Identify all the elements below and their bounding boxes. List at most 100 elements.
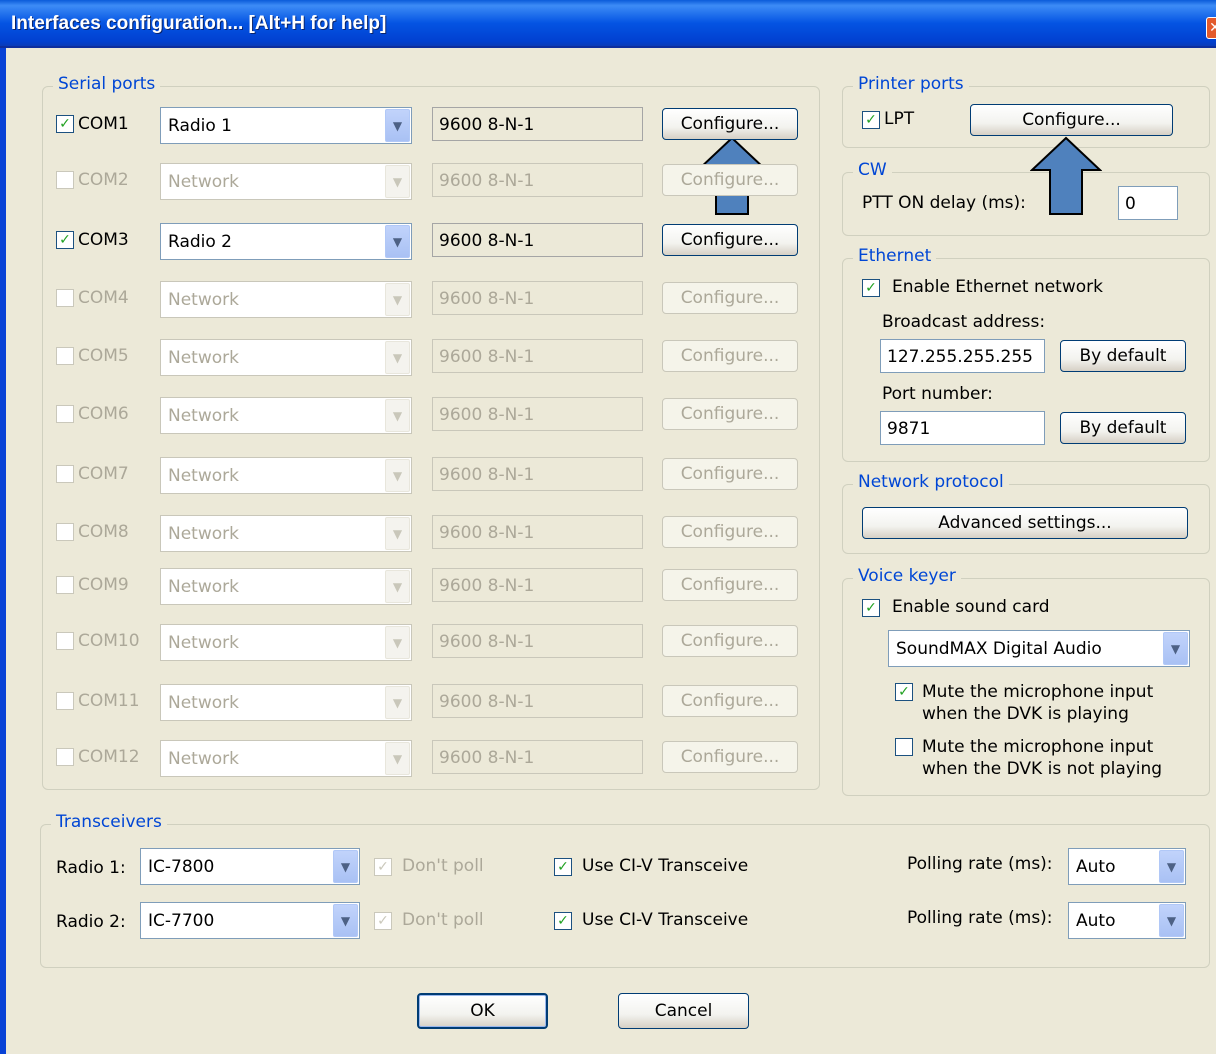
com-checkbox[interactable]: ✓ [56, 576, 74, 594]
com-checkbox[interactable]: ✓ [56, 405, 74, 423]
com-checkbox[interactable]: ✓ [56, 465, 74, 483]
com-configure-button[interactable]: Configure... [662, 458, 798, 490]
com-device-select[interactable]: Network ▼ [160, 457, 412, 494]
chevron-down-icon[interactable]: ▼ [385, 570, 410, 603]
com-checkbox[interactable]: ✓ [56, 692, 74, 710]
com-device-select[interactable]: Network ▼ [160, 740, 412, 777]
com-configure-button[interactable]: Configure... [662, 685, 798, 717]
com-configure-button[interactable]: Configure... [662, 224, 798, 256]
enable-ethernet-checkbox[interactable]: ✓ [862, 279, 880, 297]
chevron-down-icon[interactable]: ▼ [385, 399, 410, 432]
com-checkbox[interactable]: ✓ [56, 171, 74, 189]
com-device-select[interactable]: Network ▼ [160, 163, 412, 200]
chevron-down-icon[interactable]: ▼ [385, 109, 410, 142]
com-device-select[interactable]: Network ▼ [160, 339, 412, 376]
com-device-select[interactable]: Network ▼ [160, 684, 412, 721]
com-port-label: COM2 [78, 170, 129, 190]
chevron-down-icon[interactable]: ▼ [385, 626, 410, 659]
window-frame [0, 48, 6, 1054]
radio-model-select[interactable]: IC-7700 ▼ [140, 902, 360, 939]
close-icon[interactable]: ✕ [1206, 17, 1216, 39]
chevron-down-icon[interactable]: ▼ [385, 686, 410, 719]
broadcast-address-input[interactable]: 127.255.255.255 [880, 339, 1045, 373]
enable-ethernet-label: Enable Ethernet network [892, 277, 1103, 297]
com-device-select[interactable]: Network ▼ [160, 281, 412, 318]
chevron-down-icon[interactable]: ▼ [385, 517, 410, 550]
com-settings-field: 9600 8-N-1 [432, 397, 643, 431]
com-device-select[interactable]: Network ▼ [160, 568, 412, 605]
com-checkbox[interactable]: ✓ [56, 289, 74, 307]
ptt-delay-label: PTT ON delay (ms): [862, 193, 1026, 213]
com-checkbox[interactable]: ✓ [56, 523, 74, 541]
com-checkbox[interactable]: ✓ [56, 231, 74, 249]
com-device-select[interactable]: Network ▼ [160, 397, 412, 434]
chevron-down-icon[interactable]: ▼ [1159, 904, 1184, 937]
port-by-default-button[interactable]: By default [1060, 412, 1186, 444]
com-device-select[interactable]: Network ▼ [160, 624, 412, 661]
dont-poll-label: Don't poll [402, 856, 484, 876]
dont-poll-checkbox[interactable]: ✓ [374, 912, 392, 930]
civ-transceive-checkbox[interactable]: ✓ [554, 912, 572, 930]
com-configure-button[interactable]: Configure... [662, 164, 798, 196]
advanced-settings-button[interactable]: Advanced settings... [862, 507, 1188, 539]
chevron-down-icon[interactable]: ▼ [385, 225, 410, 258]
broadcast-by-default-button[interactable]: By default [1060, 340, 1186, 372]
enable-sound-card-checkbox[interactable]: ✓ [862, 599, 880, 617]
civ-transceive-checkbox[interactable]: ✓ [554, 858, 572, 876]
polling-rate-select[interactable]: Auto ▼ [1068, 902, 1186, 939]
polling-rate-select[interactable]: Auto ▼ [1068, 848, 1186, 885]
chevron-down-icon[interactable]: ▼ [1163, 632, 1188, 665]
enable-sound-card-label: Enable sound card [892, 597, 1050, 617]
broadcast-address-label: Broadcast address: [882, 312, 1046, 332]
radio-label: Radio 1: [56, 858, 126, 878]
chevron-down-icon[interactable]: ▼ [1159, 850, 1184, 883]
network-protocol-label: Network protocol [853, 472, 1009, 492]
port-number-label: Port number: [882, 384, 993, 404]
com-checkbox[interactable]: ✓ [56, 632, 74, 650]
radio-label: Radio 2: [56, 912, 126, 932]
com-port-label: COM12 [78, 747, 140, 767]
com-device-select[interactable]: Radio 2 ▼ [160, 223, 412, 260]
com-device-select[interactable]: Radio 1 ▼ [160, 107, 412, 144]
com-configure-button[interactable]: Configure... [662, 398, 798, 430]
chevron-down-icon[interactable]: ▼ [385, 341, 410, 374]
com-settings-field: 9600 8-N-1 [432, 740, 643, 774]
sound-card-select[interactable]: SoundMAX Digital Audio ▼ [888, 630, 1190, 667]
cancel-button[interactable]: Cancel [618, 993, 749, 1029]
printer-ports-label: Printer ports [853, 74, 969, 94]
com-configure-button[interactable]: Configure... [662, 741, 798, 773]
com-configure-button[interactable]: Configure... [662, 108, 798, 140]
com-checkbox[interactable]: ✓ [56, 347, 74, 365]
com-settings-field: 9600 8-N-1 [432, 281, 643, 315]
com-checkbox[interactable]: ✓ [56, 748, 74, 766]
com-checkbox[interactable]: ✓ [56, 115, 74, 133]
com-configure-button[interactable]: Configure... [662, 569, 798, 601]
lpt-configure-button[interactable]: Configure... [970, 104, 1173, 136]
com-configure-button[interactable]: Configure... [662, 625, 798, 657]
chevron-down-icon[interactable]: ▼ [333, 904, 358, 937]
chevron-down-icon[interactable]: ▼ [333, 850, 358, 883]
chevron-down-icon[interactable]: ▼ [385, 742, 410, 775]
port-number-input[interactable]: 9871 [880, 411, 1045, 445]
mute-when-not-playing-checkbox[interactable] [895, 738, 913, 756]
dont-poll-label: Don't poll [402, 910, 484, 930]
com-device-select[interactable]: Network ▼ [160, 515, 412, 552]
dont-poll-checkbox[interactable]: ✓ [374, 858, 392, 876]
lpt-checkbox[interactable]: ✓ [862, 111, 880, 129]
com-configure-button[interactable]: Configure... [662, 340, 798, 372]
ok-button[interactable]: OK [417, 993, 548, 1029]
title-bar[interactable]: Interfaces configuration... [Alt+H for h… [0, 0, 1216, 48]
chevron-down-icon[interactable]: ▼ [385, 459, 410, 492]
ethernet-label: Ethernet [853, 246, 937, 266]
com-settings-field: 9600 8-N-1 [432, 515, 643, 549]
com-configure-button[interactable]: Configure... [662, 516, 798, 548]
com-configure-button[interactable]: Configure... [662, 282, 798, 314]
interfaces-dialog: Interfaces configuration... [Alt+H for h… [0, 0, 1216, 1054]
chevron-down-icon[interactable]: ▼ [385, 283, 410, 316]
ptt-delay-input[interactable]: 0 [1118, 186, 1178, 220]
mute-when-playing-checkbox[interactable]: ✓ [895, 683, 913, 701]
chevron-down-icon[interactable]: ▼ [385, 165, 410, 198]
com-port-label: COM6 [78, 404, 129, 424]
window-title: Interfaces configuration... [Alt+H for h… [11, 13, 387, 34]
radio-model-select[interactable]: IC-7800 ▼ [140, 848, 360, 885]
